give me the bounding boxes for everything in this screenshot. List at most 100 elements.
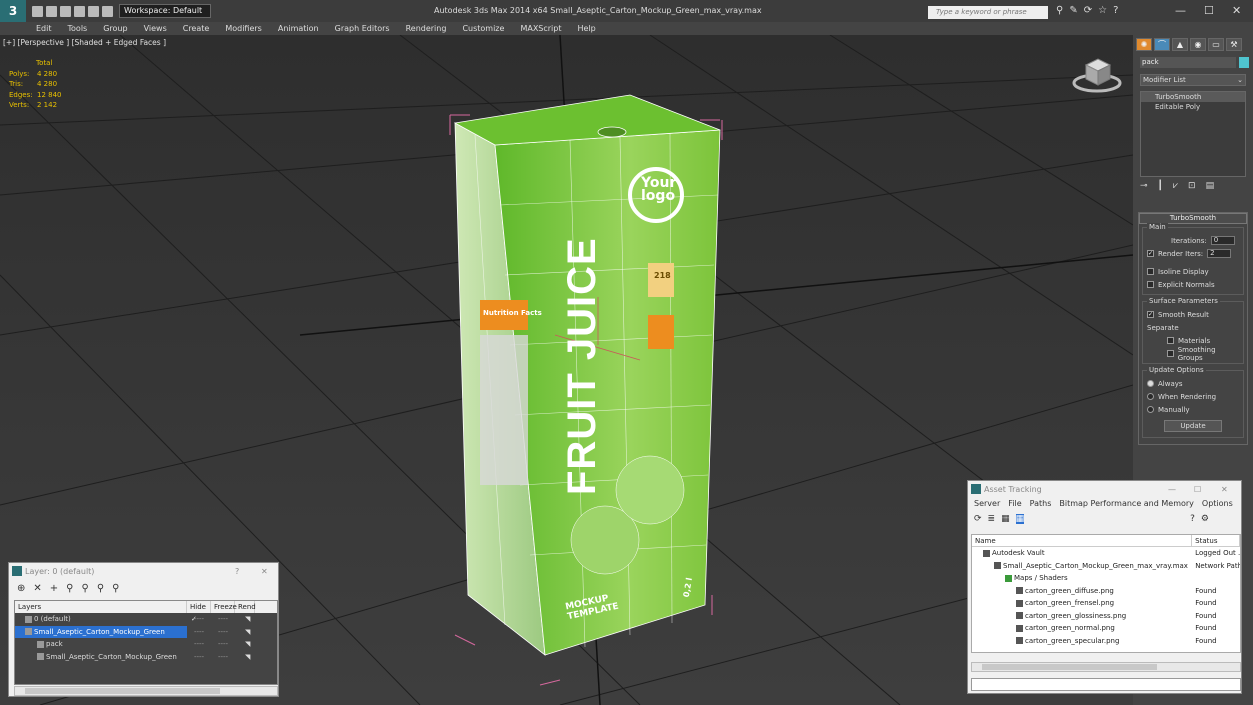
object-name-field[interactable]: pack [1140, 57, 1236, 68]
menu-item-views[interactable]: Views [136, 24, 175, 33]
modifier-stack-item[interactable]: Editable Poly [1141, 102, 1245, 112]
close-icon[interactable]: ✕ [1221, 485, 1228, 494]
asset-row[interactable]: carton_green_specular.png Found [972, 635, 1240, 648]
freeze-cell[interactable]: ---- [211, 638, 235, 651]
layer-row[interactable]: 0 (default) ---- ---- ✓ ◥ [15, 613, 277, 626]
smoothing-groups-checkbox[interactable] [1167, 350, 1174, 357]
menu-item-graph-editors[interactable]: Graph Editors [327, 24, 398, 33]
motion-tab-icon[interactable]: ◉ [1190, 38, 1206, 51]
help-icon[interactable]: ? [1113, 5, 1118, 16]
asset-menu-file[interactable]: File [1008, 497, 1021, 511]
modifier-list-dropdown[interactable]: Modifier List ⌄ [1140, 74, 1246, 86]
asset-row[interactable]: Autodesk Vault Logged Out ... [972, 547, 1240, 560]
asset-column-header[interactable]: Status [1192, 535, 1240, 546]
star-icon[interactable]: ☆ [1098, 5, 1107, 16]
viewport-label[interactable]: [+] [Perspective ] [Shaded + Edged Faces… [3, 38, 166, 47]
select-objects-icon[interactable]: ⚲ [66, 583, 73, 594]
app-logo-button[interactable]: 3 [0, 0, 26, 22]
hide-all-icon[interactable]: ⚲ [97, 583, 104, 594]
binoculars-icon[interactable]: ⚲ [1056, 5, 1063, 16]
settings-icon[interactable]: ⚙ [1201, 514, 1209, 524]
asset-row[interactable]: carton_green_frensel.png Found [972, 597, 1240, 610]
search-input[interactable]: Type a keyword or phrase [928, 6, 1048, 19]
asset-row[interactable]: carton_green_glossiness.png Found [972, 610, 1240, 623]
freeze-cell[interactable]: ---- [211, 626, 235, 639]
render-icon[interactable]: ◥ [245, 613, 250, 626]
delete-layer-icon[interactable]: ✕ [33, 583, 41, 594]
path-input[interactable] [971, 678, 1241, 691]
show-end-result-icon[interactable]: ┃ [1158, 181, 1163, 191]
asset-row[interactable]: Small_Aseptic_Carton_Mockup_Green_max_vr… [972, 560, 1240, 573]
redo-icon[interactable] [88, 5, 99, 17]
menu-item-edit[interactable]: Edit [28, 24, 60, 33]
isoline-checkbox[interactable] [1147, 268, 1154, 275]
asset-menu-options[interactable]: Options [1202, 497, 1233, 511]
list-view-icon[interactable]: ≣ [988, 514, 996, 524]
asset-menu-server[interactable]: Server [974, 497, 1000, 511]
explicit-normals-checkbox[interactable] [1147, 281, 1154, 288]
render-icon[interactable]: ◥ [245, 626, 250, 639]
horizontal-scrollbar[interactable] [14, 686, 278, 696]
menu-item-help[interactable]: Help [570, 24, 604, 33]
display-tab-icon[interactable]: ▭ [1208, 38, 1224, 51]
menu-item-animation[interactable]: Animation [270, 24, 327, 33]
menu-item-modifiers[interactable]: Modifiers [217, 24, 270, 33]
hierarchy-tab-icon[interactable]: ▲ [1172, 38, 1188, 51]
layer-row[interactable]: Small_Aseptic_Carton_Mockup_Green ---- ---… [15, 625, 277, 639]
viewcube-icon[interactable] [1072, 55, 1122, 95]
minimize-icon[interactable]: — [1168, 485, 1176, 494]
make-unique-icon[interactable]: ⩗ [1173, 181, 1178, 191]
asset-menu-paths[interactable]: Paths [1030, 497, 1052, 511]
minimize-icon[interactable]: — [1175, 4, 1186, 17]
smooth-result-checkbox[interactable]: ✓ [1147, 311, 1154, 318]
asset-column-header[interactable]: Name [972, 535, 1193, 546]
asset-row[interactable]: carton_green_diffuse.png Found [972, 585, 1240, 598]
render-icon[interactable]: ◥ [245, 638, 250, 651]
open-file-icon[interactable] [46, 5, 57, 17]
remove-modifier-icon[interactable]: ⊡ [1188, 181, 1196, 191]
menu-item-create[interactable]: Create [175, 24, 218, 33]
project-folder-icon[interactable] [102, 5, 113, 17]
freeze-all-icon[interactable]: ⚲ [112, 583, 119, 594]
render-icon[interactable]: ◥ [245, 651, 250, 664]
menu-item-group[interactable]: Group [95, 24, 135, 33]
asset-row[interactable]: carton_green_normal.png Found [972, 622, 1240, 635]
layer-column-header[interactable]: Layers [15, 601, 187, 613]
tools-icon[interactable]: ✎ [1069, 5, 1077, 16]
hide-cell[interactable]: ---- [187, 626, 211, 639]
workspace-dropdown[interactable]: Workspace: Default [119, 4, 211, 18]
pin-stack-icon[interactable]: ⊸ [1140, 181, 1148, 191]
maximize-icon[interactable]: ☐ [1204, 4, 1214, 17]
menu-item-maxscript[interactable]: MAXScript [512, 24, 569, 33]
table-view-icon[interactable]: ▦ [1001, 514, 1010, 524]
modify-tab-icon[interactable]: ⌒ [1154, 38, 1170, 51]
horizontal-scrollbar[interactable] [971, 662, 1241, 672]
render-iters-checkbox[interactable]: ✓ [1147, 250, 1154, 257]
menu-item-rendering[interactable]: Rendering [398, 24, 455, 33]
add-selection-icon[interactable]: + [50, 583, 58, 594]
layer-column-header[interactable]: Hide [187, 601, 211, 613]
layer-row[interactable]: pack ---- ---- ◥ [15, 638, 277, 651]
always-radio[interactable] [1147, 380, 1154, 387]
asset-menu-bitmap-performance-and-memory[interactable]: Bitmap Performance and Memory [1059, 497, 1194, 511]
render-iters-spinner[interactable]: 2 [1207, 249, 1232, 258]
update-button[interactable]: Update [1164, 420, 1222, 432]
help-button[interactable]: ? [235, 567, 239, 576]
asset-row[interactable]: Maps / Shaders [972, 572, 1240, 585]
help-icon[interactable]: ? [1190, 514, 1195, 524]
hide-cell[interactable]: ---- [187, 651, 211, 664]
hide-cell[interactable]: ---- [187, 638, 211, 651]
layer-row[interactable]: Small_Aseptic_Carton_Mockup_Green ---- ---… [15, 651, 277, 664]
utilities-tab-icon[interactable]: ⚒ [1226, 38, 1242, 51]
menu-item-tools[interactable]: Tools [60, 24, 96, 33]
modifier-stack-item[interactable]: TurboSmooth [1141, 92, 1245, 102]
materials-checkbox[interactable] [1167, 337, 1174, 344]
freeze-cell[interactable]: ---- [211, 613, 235, 626]
create-layer-icon[interactable]: ⊕ [17, 583, 25, 594]
configure-sets-icon[interactable]: ▤ [1206, 181, 1215, 191]
grid-view-icon[interactable]: ▦ [1015, 514, 1025, 524]
new-file-icon[interactable] [32, 5, 43, 17]
manually-radio[interactable] [1147, 406, 1154, 413]
object-color-swatch[interactable] [1239, 57, 1249, 68]
layer-column-header[interactable]: Rend [235, 601, 256, 613]
